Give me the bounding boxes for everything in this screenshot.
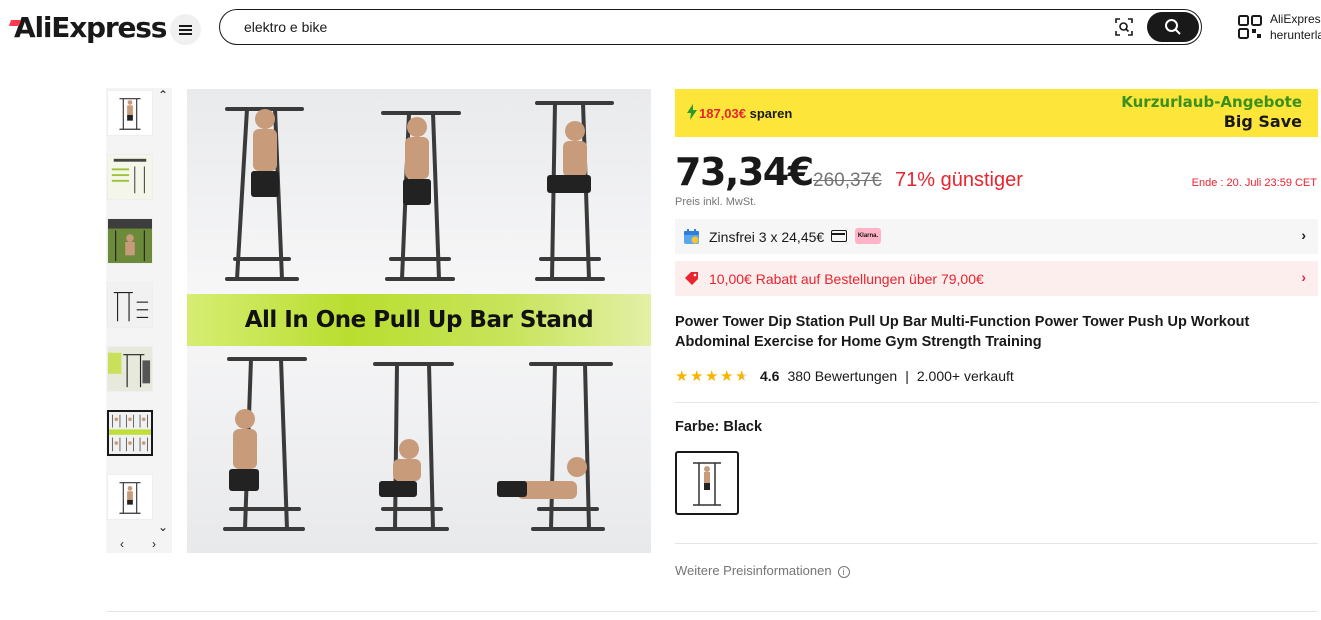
klarna-badge: Klarna. — [855, 228, 881, 244]
color-swatch-black[interactable] — [675, 451, 739, 515]
chevron-up-icon[interactable]: ⌃ — [156, 88, 170, 102]
star-icon: ★ — [690, 368, 704, 385]
menu-icon — [179, 24, 192, 35]
more-price-info[interactable]: Weitere Preisinformationen i — [675, 563, 850, 578]
aliexpress-logo[interactable]: AliExpress — [14, 11, 167, 44]
thumbnail-7[interactable] — [107, 474, 153, 520]
original-price: 260,37€ — [813, 170, 882, 191]
installment-text: Zinsfrei 3 x 24,45€ — [709, 229, 825, 245]
menu-button[interactable] — [170, 14, 201, 45]
chevron-down-icon[interactable]: ⌄ — [156, 520, 170, 534]
promo-banner[interactable]: 187,03€ sparen Kurzurlaub-Angebote Big S… — [675, 89, 1318, 137]
thumbnail-2[interactable] — [107, 154, 153, 200]
sold-count: 2.000+ verkauft — [916, 368, 1014, 384]
product-title: Power Tower Dip Station Pull Up Bar Mult… — [675, 314, 1250, 350]
discount-percent: 71% günstiger — [895, 169, 1023, 191]
color-label: Farbe: Black — [675, 419, 763, 435]
review-count[interactable]: 380 Bewertungen — [787, 368, 897, 384]
divider — [675, 543, 1318, 544]
thumbnail-nav: ‹ › — [106, 535, 170, 553]
coupon-text: 10,00€ Rabatt auf Bestellungen über 79,0… — [709, 271, 984, 287]
separator: | — [905, 368, 909, 384]
rating-row[interactable]: ★ ★ ★ ★ ★ 4.6 380 Bewertungen | 2.000+ v… — [675, 367, 1014, 385]
installment-row[interactable]: Zinsfrei 3 x 24,45€ Klarna. › — [675, 219, 1318, 254]
thumbnail-1[interactable] — [107, 90, 153, 136]
qr-code-icon[interactable] — [1237, 14, 1263, 40]
coupon-tag-icon — [685, 272, 698, 285]
thumbnail-gallery: ⌃ ⌄ ‹ › — [106, 88, 172, 553]
current-price: 73,34€ — [675, 150, 814, 194]
bolt-icon — [687, 104, 697, 120]
promo-savings: 187,03€ sparen — [699, 106, 793, 121]
main-product-image[interactable]: All In One Pull Up Bar Stand — [187, 89, 651, 553]
search-icon — [1165, 19, 1181, 35]
thumbnail-4[interactable] — [107, 282, 153, 328]
coupon-row[interactable]: 10,00€ Rabatt auf Bestellungen über 79,0… — [675, 261, 1318, 296]
chevron-right-icon: › — [1301, 227, 1306, 243]
promo-campaign-subtitle: Big Save — [1223, 112, 1302, 131]
divider — [675, 402, 1318, 403]
search-button[interactable] — [1147, 12, 1199, 42]
star-half-icon: ★ — [735, 368, 749, 385]
star-icon: ★ — [675, 368, 689, 385]
thumbnail-5[interactable] — [107, 346, 153, 392]
divider — [106, 611, 1318, 612]
chevron-right-icon[interactable]: › — [152, 537, 156, 551]
deal-end-time: Ende : 20. Juli 23:59 CET — [1191, 177, 1317, 189]
app-download-link[interactable]: AliExpress herunterladen — [1270, 11, 1321, 43]
calendar-icon — [684, 229, 699, 244]
thumbnail-6-selected[interactable] — [107, 410, 153, 456]
chevron-right-icon: › — [1301, 269, 1306, 285]
rating-stars: ★ ★ ★ ★ ★ — [675, 367, 750, 385]
thumbnail-3[interactable] — [107, 218, 153, 264]
star-icon: ★ — [705, 368, 719, 385]
search-bar — [219, 9, 1202, 45]
camera-search-icon[interactable] — [1114, 17, 1134, 37]
image-banner-text: All In One Pull Up Bar Stand — [244, 307, 594, 333]
promo-campaign-title: Kurzurlaub-Angebote — [1121, 93, 1302, 111]
card-icon — [831, 230, 847, 242]
chevron-left-icon[interactable]: ‹ — [120, 537, 124, 551]
header: AliExpress AliExpress herunterladen — [0, 0, 1321, 56]
info-icon[interactable]: i — [837, 566, 850, 578]
tax-note: Preis inkl. MwSt. — [675, 196, 757, 208]
rating-value: 4.6 — [760, 368, 780, 384]
star-icon: ★ — [720, 368, 734, 385]
search-input[interactable] — [244, 18, 1104, 36]
